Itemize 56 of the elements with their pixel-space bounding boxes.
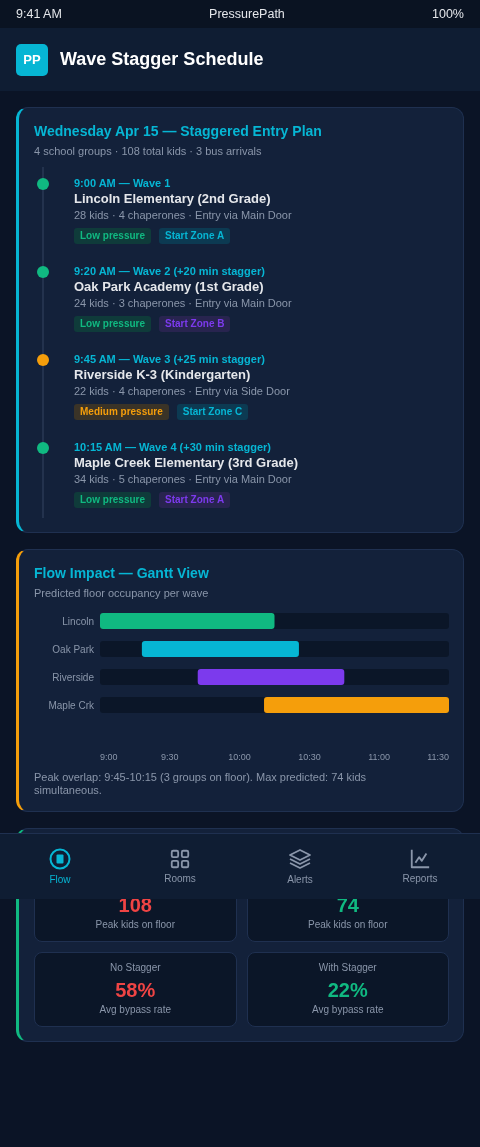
- tag: Start Zone C: [176, 404, 249, 420]
- layers-icon: [288, 847, 312, 871]
- stop-circle-icon: [48, 847, 72, 871]
- axis-tick-label: 10:00: [228, 752, 251, 762]
- chart-note: Peak overlap: 9:45-10:15 (3 groups on floor). Max predicted: 74 kids simultaneous.: [34, 771, 368, 797]
- school-name: Maple Creek Elementary (3rd Grade): [74, 455, 298, 471]
- school-name: Oak Park Academy (1st Grade): [74, 279, 265, 295]
- nav-tab[interactable]: Flow: [0, 834, 120, 899]
- nav-tab[interactable]: Alerts: [240, 834, 360, 899]
- school-name: Riverside K-3 (Kindergarten): [74, 367, 252, 383]
- card-subtitle: Predicted floor occupancy per wave: [34, 586, 210, 600]
- stat-label: With Stagger: [317, 961, 378, 975]
- stat-caption: Peak kids on floor: [307, 918, 389, 932]
- axis-label: Lincoln: [62, 616, 94, 627]
- app-name: PressurePath: [209, 6, 285, 22]
- group-details: 22 kids · 4 chaperones · Entry via Side Door: [74, 384, 290, 399]
- group-details: 34 kids · 5 chaperones · Entry via Main Door: [74, 472, 293, 487]
- axis-label: Maple Crk: [48, 700, 94, 711]
- card-title: Flow Impact — Gantt View: [34, 564, 210, 582]
- app-logo: PP: [16, 43, 48, 76]
- group-details: 24 kids · 3 chaperones · Entry via Main Door: [74, 296, 292, 311]
- page-title: Wave Stagger Schedule: [60, 48, 264, 71]
- axis-tick-label: 11:00: [368, 752, 391, 762]
- status-time: 9:41 AM: [16, 6, 62, 22]
- wave-time: 10:15 AM — Wave 4 (+30 min stagger): [74, 440, 272, 455]
- tag: Start Zone A: [159, 228, 231, 244]
- axis-tick-label: 9:30: [161, 752, 179, 762]
- axis-label: Riverside: [52, 672, 94, 683]
- stat-caption: Avg bypass rate: [98, 1003, 172, 1017]
- wave-time: 9:00 AM — Wave 1: [74, 176, 172, 191]
- tag: Start Zone A: [159, 492, 231, 508]
- wave-time: 9:20 AM — Wave 2 (+20 min stagger): [74, 264, 266, 279]
- tag: Medium pressure: [74, 404, 169, 420]
- school-name: Lincoln Elementary (2nd Grade): [74, 191, 272, 207]
- stat-label: No Stagger: [108, 961, 162, 975]
- tag: Start Zone B: [159, 316, 231, 332]
- stat-value: 22%: [326, 978, 369, 1003]
- grid-icon: [169, 848, 191, 870]
- axis-label: Oak Park: [52, 644, 94, 655]
- stat-value: 58%: [114, 978, 157, 1003]
- card-subtitle: 4 school groups · 108 total kids · 3 bus arrivals: [34, 144, 263, 158]
- group-details: 28 kids · 4 chaperones · Entry via Main Door: [74, 208, 292, 223]
- card-title: Wednesday Apr 15 — Staggered Entry Plan: [34, 122, 323, 140]
- axis-tick-label: 9:00: [100, 752, 118, 762]
- stat-caption: Peak kids on floor: [94, 918, 176, 932]
- battery-level: 100%: [432, 6, 464, 22]
- tag: Low pressure: [74, 316, 152, 332]
- axis-tick-label: 10:30: [298, 752, 321, 762]
- axis-tick-label: 11:30: [427, 752, 449, 762]
- nav-tab[interactable]: Rooms: [120, 834, 240, 899]
- line-chart-icon: [409, 848, 431, 870]
- tag: Low pressure: [74, 492, 152, 508]
- wave-time: 9:45 AM — Wave 3 (+25 min stagger): [74, 352, 266, 367]
- stat-caption: Avg bypass rate: [311, 1003, 385, 1017]
- tag: Low pressure: [74, 228, 152, 244]
- nav-tab[interactable]: Reports: [360, 834, 480, 899]
